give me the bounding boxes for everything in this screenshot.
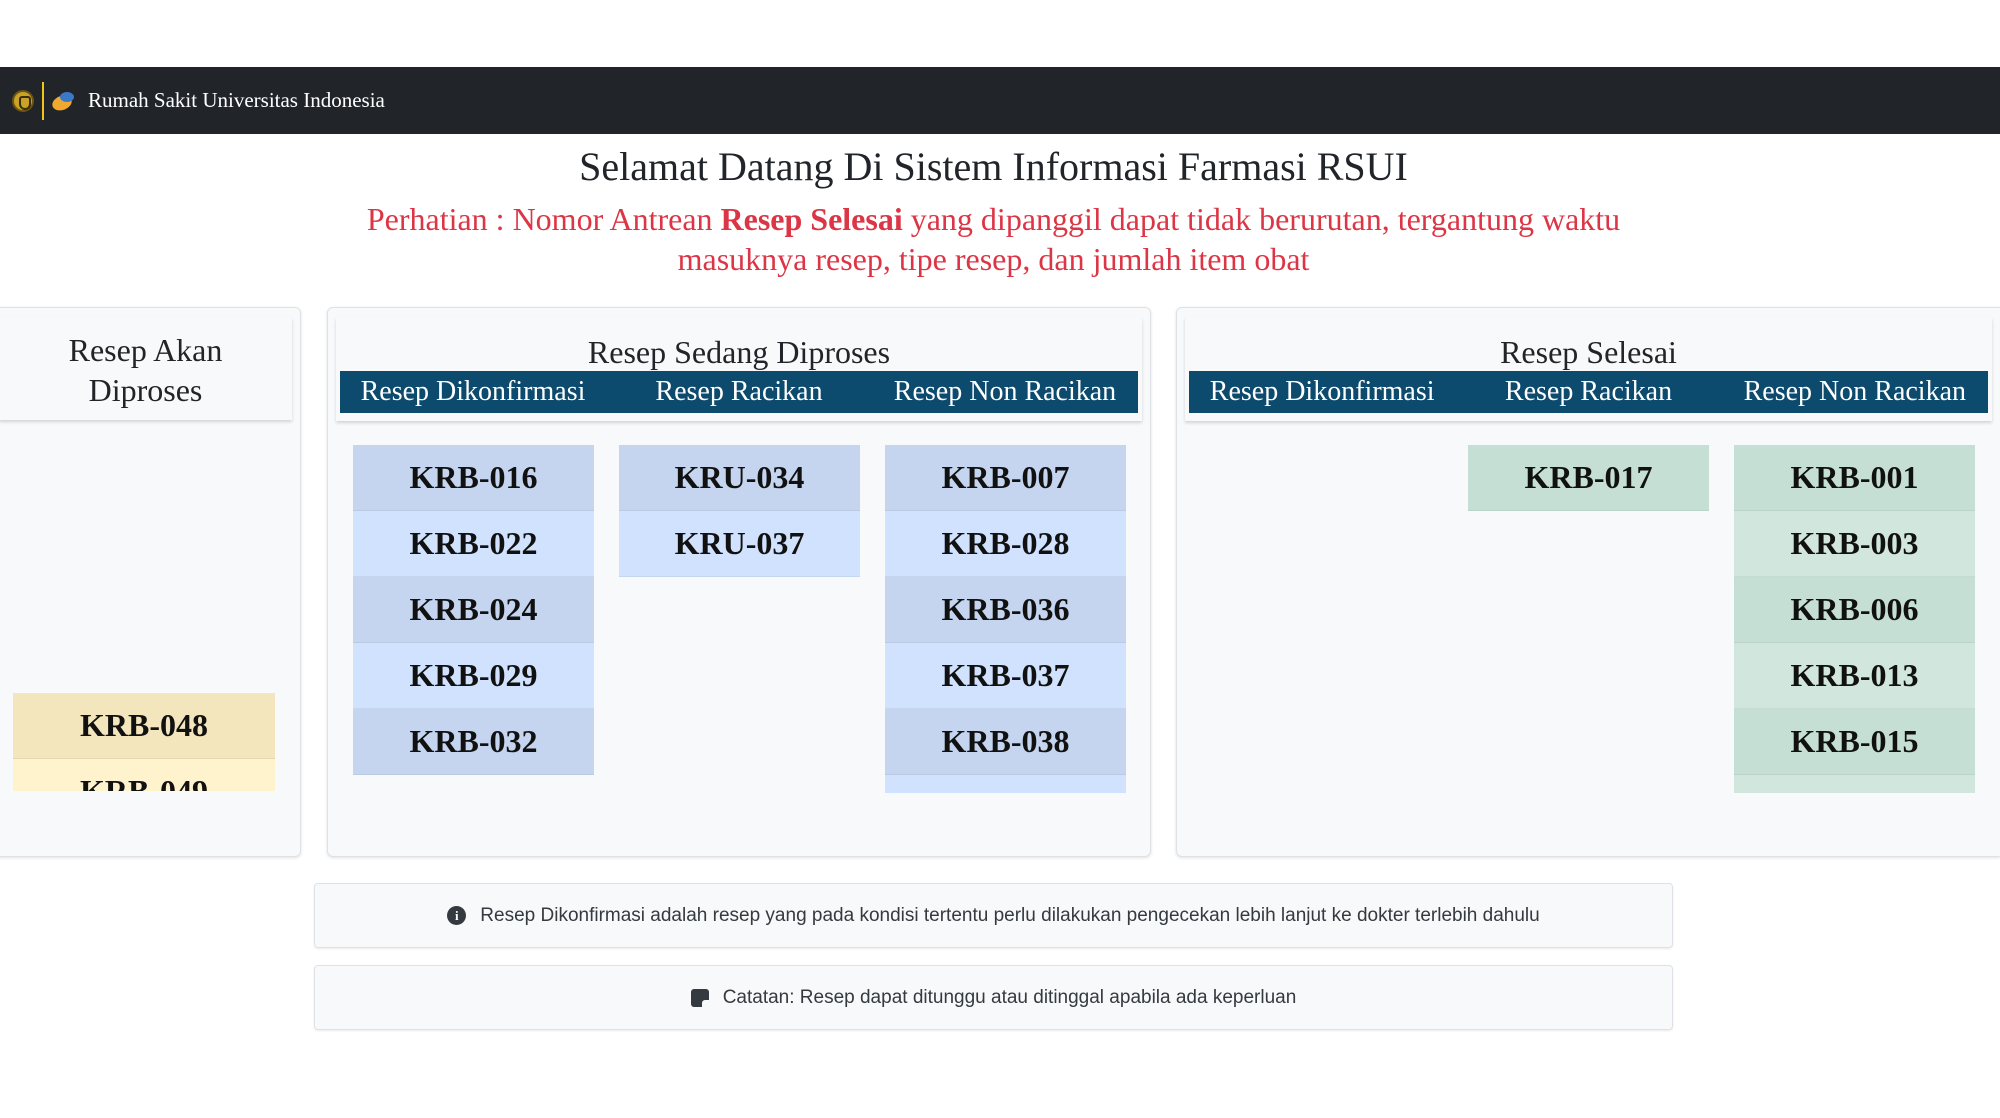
queue-item: KRB-032 [353,709,594,775]
column-header-non-compound: Resep Non Racikan [893,376,1117,407]
queue-item: KRB-024 [353,577,594,643]
queue-item: KRB-029 [353,643,594,709]
queue-item: KRB-001 [1734,445,1975,511]
rsui-logo-icon [50,90,76,113]
queue-item: KRU-037 [619,511,860,577]
done-compound-list: KRB-017 [1468,445,1709,511]
column-header-compound: Resep Racikan [655,376,823,407]
queue-item: KRB-013 [1734,643,1975,709]
queue-item: KRB-048 [13,693,275,759]
column-header-confirmed: Resep Dikonfirmasi [360,376,586,407]
info-circle-icon: i [447,906,467,925]
ui-emblem-icon [12,89,34,112]
notice-bold: Resep Selesai [720,201,903,237]
processing-compound-list: KRU-034 KRU-037 [619,445,860,577]
navbar: Rumah Sakit Universitas Indonesia [0,67,2000,134]
confirmed-info-box: i Resep Dikonfirmasi adalah resep yang p… [314,883,1673,948]
queue-item: KRB-003 [1734,511,1975,577]
queue-item: KRB-049 [13,759,275,791]
column-header-non-compound: Resep Non Racikan [1743,376,1967,407]
queue-item: KRU-034 [619,445,860,511]
panel-done-column-headers: Resep Dikonfirmasi Resep Racikan Resep N… [1189,371,1988,413]
logo-divider [42,81,44,120]
processing-non-compound-list: KRB-007 KRB-028 KRB-036 KRB-037 KRB-038 [885,445,1126,793]
note-box: Catatan: Resep dapat ditunggu atau ditin… [314,965,1673,1030]
queue-item-partial [1734,775,1975,793]
sticky-note-icon [690,988,709,1007]
column-header-compound: Resep Racikan [1504,376,1673,407]
panel-done: Resep Selesai Resep Dikonfirmasi Resep R… [1176,307,2000,857]
queue-item: KRB-028 [885,511,1126,577]
column-header-confirmed: Resep Dikonfirmasi [1209,376,1435,407]
attention-notice: Perhatian : Nomor Antrean Resep Selesai … [320,199,1667,279]
note-text: Catatan: Resep dapat ditunggu atau ditin… [722,986,1297,1008]
queue-item: KRB-006 [1734,577,1975,643]
queue-item-partial [885,775,1126,793]
queue-item: KRB-022 [353,511,594,577]
panel-done-title: Resep Selesai [1500,334,1677,370]
panel-waiting-header: Resep Akan Diproses [0,316,292,420]
panel-waiting: Resep Akan Diproses KRB-048 KRB-049 [0,307,301,857]
notice-prefix: Perhatian : Nomor Antrean [366,201,721,237]
queue-item: KRB-037 [885,643,1126,709]
queue-item: KRB-015 [1734,709,1975,775]
panel-waiting-title: Resep Akan Diproses [68,332,223,408]
panel-processing: Resep Sedang Diproses Resep Dikonfirmasi… [327,307,1151,857]
queue-item: KRB-038 [885,709,1126,775]
confirmed-info-text: Resep Dikonfirmasi adalah resep yang pad… [480,904,1540,926]
panel-processing-header: Resep Sedang Diproses Resep Dikonfirmasi… [336,316,1142,421]
page-title: Selamat Datang Di Sistem Informasi Farma… [579,144,1408,189]
queue-item: KRB-017 [1468,445,1709,511]
queue-item: KRB-007 [885,445,1126,511]
queue-item: KRB-036 [885,577,1126,643]
panel-done-header: Resep Selesai Resep Dikonfirmasi Resep R… [1185,316,1992,421]
panel-processing-column-headers: Resep Dikonfirmasi Resep Racikan Resep N… [340,371,1138,413]
processing-confirmed-list: KRB-016 KRB-022 KRB-024 KRB-029 KRB-032 [353,445,594,775]
waiting-list: KRB-048 KRB-049 [13,693,275,791]
done-non-compound-list: KRB-001 KRB-003 KRB-006 KRB-013 KRB-015 [1734,445,1975,793]
navbar-brand[interactable]: Rumah Sakit Universitas Indonesia [88,88,385,113]
queue-item: KRB-016 [353,445,594,511]
panel-processing-title: Resep Sedang Diproses [587,334,891,370]
